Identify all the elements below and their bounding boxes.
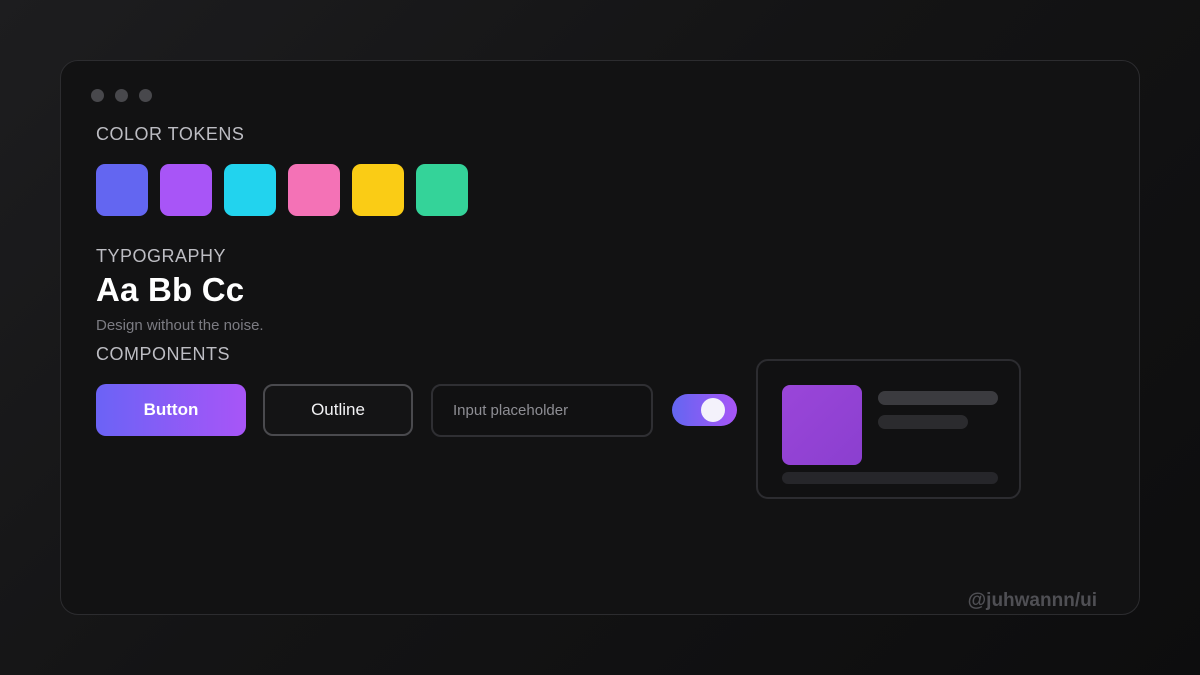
color-swatches: [96, 164, 468, 216]
color-swatch-yellow[interactable]: [352, 164, 404, 216]
outline-button[interactable]: Outline: [263, 384, 413, 436]
toggle-switch[interactable]: [672, 394, 737, 426]
color-swatch-indigo[interactable]: [96, 164, 148, 216]
toggle-knob: [701, 398, 725, 422]
color-tokens-heading: COLOR TOKENS: [96, 124, 245, 144]
color-swatch-green[interactable]: [416, 164, 468, 216]
type-caption: Design without the noise.: [96, 317, 264, 334]
watermark-handle: @juhwannn/ui: [967, 590, 1097, 611]
skeleton-card: [756, 359, 1021, 499]
preview-window: COLOR TOKENS TYPOGRAPHY Aa Bb Cc Design …: [60, 60, 1140, 615]
skeleton-title-line: [878, 391, 998, 405]
input-placeholder: Input placeholder: [453, 402, 569, 419]
maximize-dot[interactable]: [139, 89, 152, 102]
card-thumbnail: [782, 385, 862, 465]
window-controls: [91, 89, 152, 102]
skeleton-subtitle-line: [878, 415, 968, 429]
typography-heading: TYPOGRAPHY: [96, 246, 227, 266]
color-swatch-cyan[interactable]: [224, 164, 276, 216]
color-swatch-pink[interactable]: [288, 164, 340, 216]
skeleton-body-line: [782, 472, 998, 484]
primary-button[interactable]: Button: [96, 384, 246, 436]
minimize-dot[interactable]: [115, 89, 128, 102]
color-swatch-purple[interactable]: [160, 164, 212, 216]
text-input[interactable]: Input placeholder: [431, 384, 653, 437]
components-heading: COMPONENTS: [96, 344, 231, 364]
type-sample: Aa Bb Cc: [96, 271, 245, 308]
close-dot[interactable]: [91, 89, 104, 102]
